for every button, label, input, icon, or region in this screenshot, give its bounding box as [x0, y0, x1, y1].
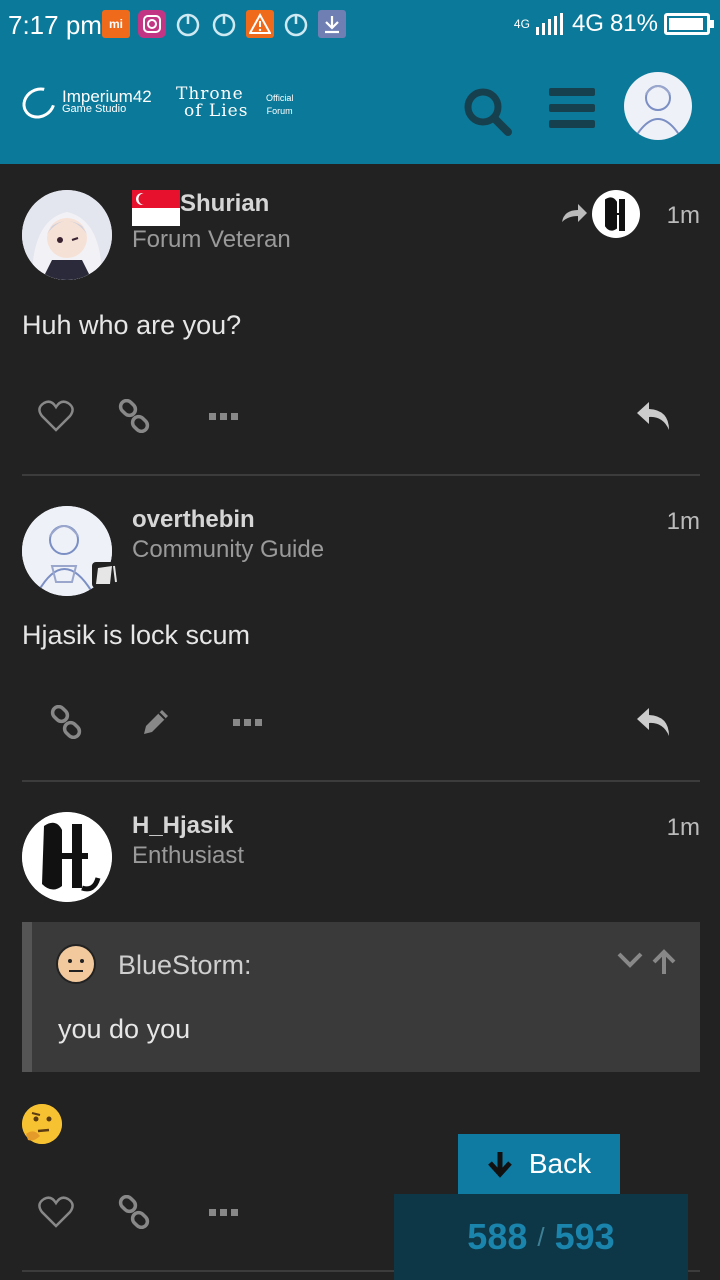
- arrow-down-icon: [488, 1152, 512, 1178]
- power-notification-icon: [210, 10, 238, 38]
- quote-author[interactable]: BlueStorm:: [118, 950, 252, 981]
- battery-percent: 81%: [609, 10, 658, 37]
- avatar[interactable]: [22, 812, 112, 902]
- quote-controls: [616, 948, 680, 978]
- post-username[interactable]: H_Hjasik: [132, 812, 233, 840]
- singapore-flag-icon: [132, 190, 180, 226]
- site-header: Imperium42 Game Studio Throne of Lies Of…: [0, 52, 720, 164]
- studio-logo[interactable]: Imperium42 Game Studio: [16, 81, 152, 125]
- post-user-title: Enthusiast: [132, 842, 245, 869]
- search-button[interactable]: [462, 86, 512, 136]
- link-icon: [50, 705, 82, 739]
- post-username[interactable]: overthebin: [132, 506, 255, 534]
- menu-button[interactable]: [549, 88, 595, 128]
- post-username[interactable]: Shurian: [180, 190, 269, 218]
- heart-icon: [38, 1196, 74, 1228]
- expand-quote-icon[interactable]: [616, 948, 646, 972]
- game-logo-line2: of Lies: [184, 101, 249, 121]
- instagram-icon: [138, 10, 166, 38]
- studio-name: Imperium42: [62, 87, 152, 106]
- post-time[interactable]: 1m: [667, 202, 700, 230]
- official-line1: Official: [266, 93, 294, 103]
- more-actions-button[interactable]: [204, 396, 244, 436]
- post: H_Hjasik Enthusiast 1m: [22, 812, 700, 902]
- progress-current: 588: [467, 1216, 528, 1257]
- more-actions-button[interactable]: [204, 1192, 244, 1232]
- battery-icon: [664, 13, 714, 35]
- reply-icon: [637, 402, 669, 430]
- hamburger-icon: [549, 88, 595, 96]
- post-body: Huh who are you?: [22, 310, 242, 340]
- copy-link-button[interactable]: [114, 1192, 154, 1232]
- search-icon: [464, 88, 512, 136]
- progress-separator: /: [537, 1221, 545, 1252]
- avatar[interactable]: [22, 190, 112, 280]
- ellipsis-icon: [233, 719, 262, 726]
- post: overthebin Community Guide 1m Hjasik is …: [22, 506, 700, 776]
- quote-body: you do you: [58, 1014, 191, 1044]
- moderator-badge-icon: [92, 562, 120, 588]
- copy-link-button[interactable]: [46, 702, 86, 742]
- imperium-logo-icon: [16, 81, 62, 125]
- pencil-icon: [144, 710, 168, 734]
- ellipsis-icon: [209, 1209, 238, 1216]
- post-time[interactable]: 1m: [667, 508, 700, 536]
- link-icon: [118, 1195, 150, 1229]
- game-logo[interactable]: Throne of Lies: [176, 86, 248, 120]
- mi-app-icon: mi: [102, 10, 130, 38]
- post-body: Hjasik is lock scum: [22, 620, 251, 650]
- thinking-emoji-icon: [22, 1104, 62, 1144]
- network-label: 4G: [571, 10, 604, 37]
- power-notification-icon: [282, 10, 310, 38]
- reply-button[interactable]: [634, 702, 674, 742]
- quote-author-avatar: [56, 944, 96, 984]
- reply-to-avatar: [592, 190, 640, 238]
- post-divider: [22, 474, 700, 476]
- post-user-title: Forum Veteran: [132, 226, 291, 253]
- post-user-title: Community Guide: [132, 536, 325, 563]
- official-line2: Forum: [266, 106, 293, 116]
- share-arrow-icon: [562, 204, 587, 222]
- signal-icon: [535, 13, 563, 35]
- official-forum-label: Official Forum: [266, 92, 293, 118]
- reply-button[interactable]: [634, 396, 674, 436]
- back-button[interactable]: Back: [458, 1134, 620, 1194]
- power-notification-icon: [174, 10, 202, 38]
- copy-link-button[interactable]: [114, 396, 154, 436]
- back-label: Back: [528, 1148, 592, 1179]
- link-icon: [118, 399, 150, 433]
- network-small-label: 4G: [513, 17, 530, 31]
- download-icon: [318, 10, 346, 38]
- status-bar: 7:17 pm mi 4G 4G 81%: [0, 0, 720, 52]
- reply-icon: [637, 708, 669, 736]
- more-actions-button[interactable]: [228, 702, 268, 742]
- topic-progress[interactable]: 588 / 593: [394, 1194, 688, 1280]
- status-time: 7:17 pm: [8, 10, 102, 40]
- post-divider: [22, 780, 700, 782]
- ellipsis-icon: [209, 413, 238, 420]
- edit-button[interactable]: [136, 702, 176, 742]
- go-to-quoted-icon[interactable]: [650, 948, 678, 976]
- quote-block: BlueStorm: you do you: [22, 922, 700, 1072]
- heart-icon: [38, 400, 74, 432]
- reply-to-indicator[interactable]: [558, 190, 642, 240]
- status-right: 4G 4G 81%: [513, 10, 714, 38]
- current-user-avatar[interactable]: [624, 72, 692, 140]
- post: Shurian Forum Veteran 1m Huh who are you…: [22, 190, 700, 460]
- post-time[interactable]: 1m: [667, 814, 700, 842]
- like-button[interactable]: [36, 396, 76, 436]
- like-button[interactable]: [36, 1192, 76, 1232]
- progress-total: 593: [554, 1216, 615, 1257]
- warning-icon: [246, 10, 274, 38]
